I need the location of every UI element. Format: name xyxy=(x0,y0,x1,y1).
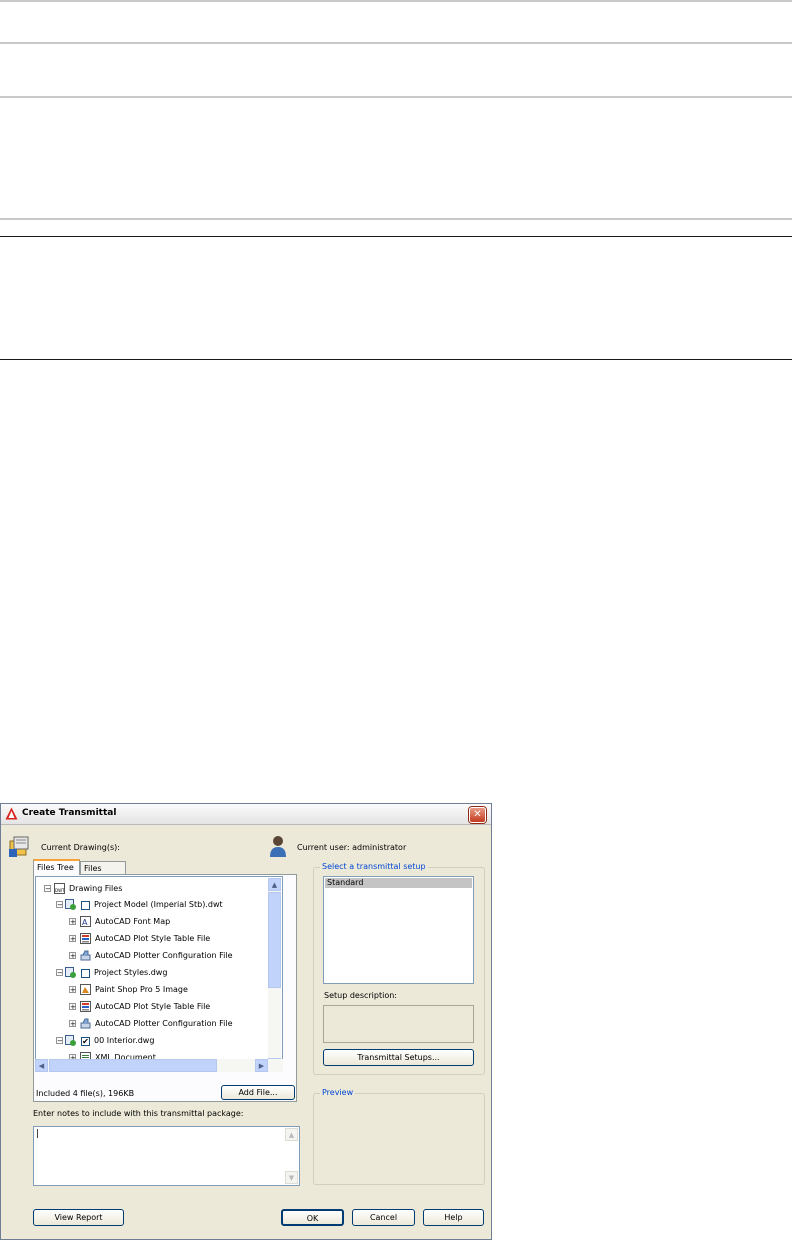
plotter-config-icon xyxy=(80,950,91,961)
include-checkbox[interactable] xyxy=(81,969,90,978)
notes-textarea[interactable]: | ▲ ▼ xyxy=(33,1126,300,1186)
separator-line-6 xyxy=(0,359,792,360)
tree-item-label: Project Styles.dwg xyxy=(94,968,168,977)
files-tree[interactable]: − DWT Drawing Files − Project Model (Imp… xyxy=(35,876,283,1071)
drawing-file-icon xyxy=(65,899,76,910)
tree-item-label: AutoCAD Plotter Configuration File xyxy=(95,951,233,960)
scroll-thumb[interactable] xyxy=(268,892,281,988)
plot-style-icon xyxy=(80,933,91,944)
expand-icon[interactable]: + xyxy=(69,918,76,926)
collapse-icon[interactable]: − xyxy=(56,901,63,909)
tree-row-drawing-files[interactable]: − DWT Drawing Files xyxy=(36,881,270,897)
current-drawings-icon xyxy=(9,836,29,857)
files-tree-panel: − DWT Drawing Files − Project Model (Imp… xyxy=(33,874,297,1102)
separator-line-1 xyxy=(0,0,792,2)
scroll-left-button[interactable]: ◀ xyxy=(35,1059,48,1072)
collapse-icon[interactable]: − xyxy=(56,1037,63,1045)
tree-item-label: Drawing Files xyxy=(69,884,123,893)
svg-text:DWT: DWT xyxy=(55,888,65,893)
tree-row-plot-style-2[interactable]: + AutoCAD Plot Style Table File xyxy=(36,999,270,1015)
expand-icon[interactable]: + xyxy=(69,1020,76,1028)
notes-label: Enter notes to include with this transmi… xyxy=(33,1109,244,1118)
tree-row-font-map[interactable]: + A AutoCAD Font Map xyxy=(36,914,270,930)
dwt-file-icon: DWT xyxy=(54,883,65,894)
tab-files-table[interactable]: Files Table xyxy=(80,861,126,886)
tree-item-label: Project Model (Imperial Stb).dwt xyxy=(94,900,223,909)
tree-row-plot-style-1[interactable]: + AutoCAD Plot Style Table File xyxy=(36,931,270,947)
collapse-icon[interactable]: − xyxy=(56,969,63,977)
help-button[interactable]: Help xyxy=(423,1209,484,1226)
include-checkbox[interactable] xyxy=(81,901,90,910)
drawing-file-icon xyxy=(65,967,76,978)
transmittal-setup-list[interactable]: Standard xyxy=(323,876,474,984)
notes-scroll-up-button[interactable]: ▲ xyxy=(285,1128,298,1141)
tree-item-label: AutoCAD Plot Style Table File xyxy=(95,934,211,943)
dialog-title: Create Transmittal xyxy=(22,808,117,818)
transmittal-setups-button[interactable]: Transmittal Setups... xyxy=(323,1049,474,1066)
separator-line-2 xyxy=(0,42,792,44)
setup-description-box xyxy=(323,1005,474,1043)
tree-row-00-interior[interactable]: − ✔ 00 Interior.dwg xyxy=(36,1033,270,1049)
tree-item-label: AutoCAD Plot Style Table File xyxy=(95,1002,211,1011)
tree-row-plotter-config-2[interactable]: + AutoCAD Plotter Configuration File xyxy=(36,1016,270,1032)
tree-row-plotter-config-1[interactable]: + AutoCAD Plotter Configuration File xyxy=(36,948,270,964)
tab-files-tree[interactable]: Files Tree xyxy=(33,859,80,875)
separator-line-5 xyxy=(0,236,792,237)
tree-item-label: AutoCAD Plotter Configuration File xyxy=(95,1019,233,1028)
setup-description-label: Setup description: xyxy=(324,991,398,1000)
scroll-up-button[interactable]: ▲ xyxy=(268,878,281,891)
current-drawings-label: Current Drawing(s): xyxy=(41,843,120,852)
cancel-button[interactable]: Cancel xyxy=(352,1209,415,1226)
notes-text: | xyxy=(36,1129,40,1139)
scroll-right-button[interactable]: ▶ xyxy=(255,1059,268,1072)
preview-title: Preview xyxy=(320,1088,356,1097)
separator-line-4 xyxy=(0,218,792,220)
expand-icon[interactable]: + xyxy=(69,935,76,943)
tree-row-paint-shop[interactable]: + Paint Shop Pro 5 Image xyxy=(36,982,270,998)
title-bar: Create Transmittal ✕ xyxy=(1,804,491,825)
ok-button[interactable]: OK xyxy=(281,1209,344,1226)
include-checkbox-checked[interactable]: ✔ xyxy=(81,1037,90,1046)
plot-style-icon xyxy=(80,1001,91,1012)
expand-icon[interactable]: + xyxy=(69,1003,76,1011)
image-file-icon xyxy=(80,984,91,995)
notes-scroll-down-button[interactable]: ▼ xyxy=(285,1171,298,1184)
tree-row-project-styles[interactable]: − Project Styles.dwg xyxy=(36,965,270,981)
font-map-icon: A xyxy=(80,916,91,927)
setup-item-standard[interactable]: Standard xyxy=(325,878,472,888)
tree-row-project-model[interactable]: − Project Model (Imperial Stb).dwt xyxy=(36,897,270,913)
user-icon xyxy=(270,836,286,857)
tree-item-label: 00 Interior.dwg xyxy=(94,1036,155,1045)
included-status: Included 4 file(s), 196KB xyxy=(36,1089,135,1098)
tree-vertical-scrollbar[interactable]: ▲ ▼ xyxy=(268,878,281,1070)
tree-horizontal-scrollbar[interactable]: ◀ ▶ xyxy=(35,1059,283,1072)
current-user-label: Current user: administrator xyxy=(297,843,407,852)
view-report-button[interactable]: View Report xyxy=(33,1209,124,1226)
tab-strip: Files Tree Files Table xyxy=(33,859,233,886)
collapse-icon[interactable]: − xyxy=(44,885,51,893)
tree-item-label: Paint Shop Pro 5 Image xyxy=(95,985,188,994)
tree-item-label: AutoCAD Font Map xyxy=(95,917,171,926)
svg-text:A: A xyxy=(82,918,88,927)
expand-icon[interactable]: + xyxy=(69,986,76,994)
separator-line-3 xyxy=(0,96,792,98)
autocad-app-icon xyxy=(5,807,18,820)
expand-icon[interactable]: + xyxy=(69,952,76,960)
close-button[interactable]: ✕ xyxy=(469,807,486,823)
plotter-config-icon xyxy=(80,1018,91,1029)
drawing-file-icon xyxy=(65,1035,76,1046)
scroll-thumb-horizontal[interactable] xyxy=(49,1059,217,1072)
add-file-button[interactable]: Add File... xyxy=(221,1085,295,1100)
setup-group-title: Select a transmittal setup xyxy=(320,862,428,871)
preview-group: Preview xyxy=(313,1088,485,1185)
